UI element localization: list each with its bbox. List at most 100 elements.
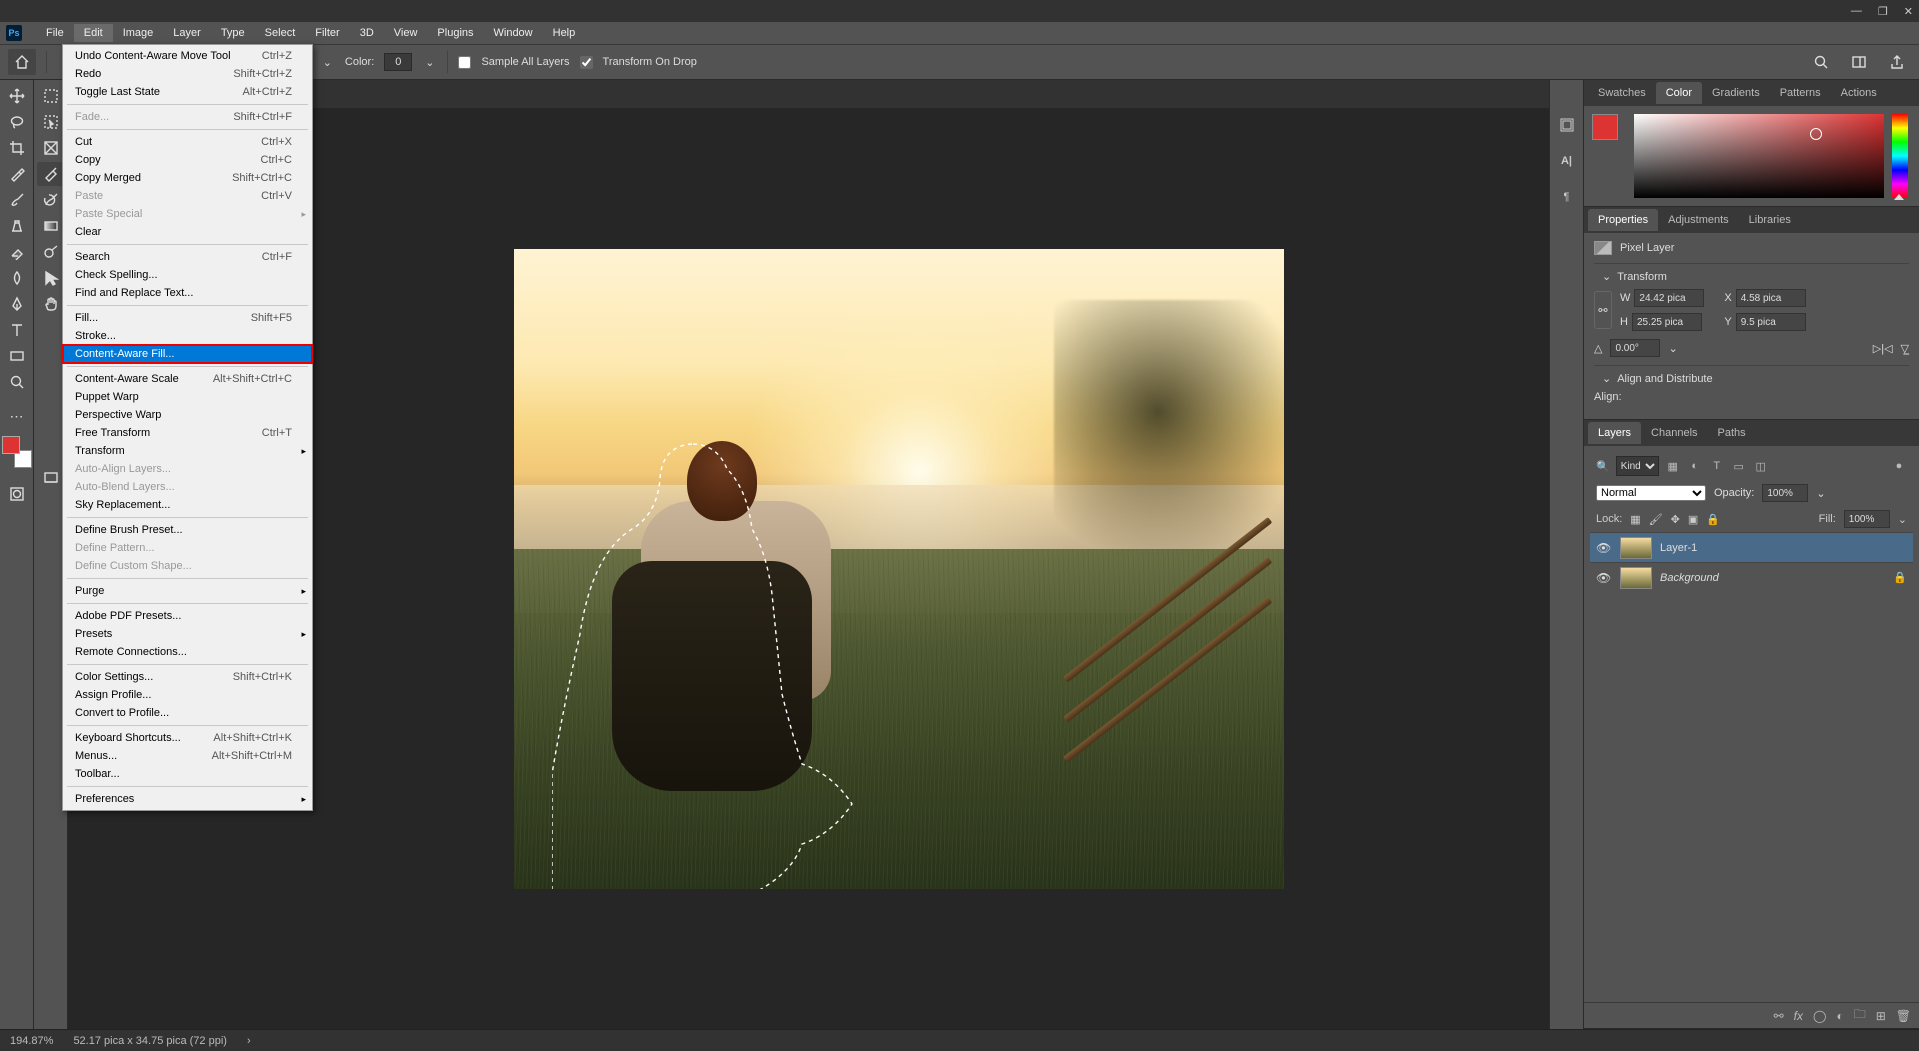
fill-input[interactable]: [1844, 510, 1890, 528]
edit-menu-item[interactable]: Color Settings...Shift+Ctrl+K: [63, 668, 312, 686]
panel-tab-layers[interactable]: Layers: [1588, 422, 1641, 444]
edit-menu-item[interactable]: Presets▸: [63, 625, 312, 643]
edit-menu-item[interactable]: Preferences▸: [63, 790, 312, 808]
transform-on-drop-checkbox[interactable]: [580, 56, 593, 69]
edit-menu-item[interactable]: Purge▸: [63, 582, 312, 600]
edit-menu-item[interactable]: Check Spelling...: [63, 266, 312, 284]
filter-smart-icon[interactable]: ◫: [1753, 458, 1769, 474]
panel-tab-color[interactable]: Color: [1656, 82, 1702, 104]
layer-thumbnail[interactable]: [1620, 567, 1652, 589]
content-aware-move-tool[interactable]: [37, 162, 65, 186]
history-panel-icon[interactable]: [1555, 114, 1579, 136]
hand-tool[interactable]: [37, 292, 65, 316]
menu-filter[interactable]: Filter: [305, 24, 349, 42]
screen-mode-button[interactable]: [37, 466, 65, 490]
clone-stamp-tool[interactable]: [3, 214, 31, 238]
panel-tab-channels[interactable]: Channels: [1641, 422, 1707, 444]
menu-window[interactable]: Window: [484, 24, 543, 42]
edit-menu-item[interactable]: Menus...Alt+Shift+Ctrl+M: [63, 747, 312, 765]
opacity-input[interactable]: [1762, 484, 1808, 502]
link-dimensions-button[interactable]: ⚯: [1594, 291, 1612, 329]
workspace-button[interactable]: [1845, 50, 1873, 74]
edit-menu-item[interactable]: Copy MergedShift+Ctrl+C: [63, 169, 312, 187]
panel-tab-patterns[interactable]: Patterns: [1770, 82, 1831, 104]
edit-menu-item[interactable]: Perspective Warp: [63, 406, 312, 424]
panel-tab-actions[interactable]: Actions: [1831, 82, 1887, 104]
edit-menu-item[interactable]: Adobe PDF Presets...: [63, 607, 312, 625]
panel-tab-libraries[interactable]: Libraries: [1739, 209, 1801, 231]
edit-menu-item[interactable]: Free TransformCtrl+T: [63, 424, 312, 442]
menu-layer[interactable]: Layer: [163, 24, 211, 42]
edit-menu-item[interactable]: Keyboard Shortcuts...Alt+Shift+Ctrl+K: [63, 729, 312, 747]
blend-mode-select[interactable]: Normal: [1596, 485, 1706, 501]
foreground-color-swatch[interactable]: [2, 436, 20, 454]
panel-tab-adjustments[interactable]: Adjustments: [1658, 209, 1739, 231]
layer-name-label[interactable]: Background: [1660, 572, 1719, 584]
menu-plugins[interactable]: Plugins: [427, 24, 483, 42]
filter-toggle[interactable]: ●: [1891, 458, 1907, 474]
move-tool[interactable]: [3, 84, 31, 108]
menu-select[interactable]: Select: [255, 24, 306, 42]
link-layers-button[interactable]: ⚯: [1774, 1009, 1784, 1023]
crop-tool[interactable]: [3, 136, 31, 160]
blur-tool[interactable]: [3, 266, 31, 290]
type-tool[interactable]: [3, 318, 31, 342]
angle-input[interactable]: [1610, 339, 1660, 357]
flip-horizontal-button[interactable]: ▷|◁: [1873, 342, 1893, 355]
sample-all-checkbox[interactable]: [458, 56, 471, 69]
search-icon[interactable]: 🔍: [1596, 460, 1610, 473]
angle-stepper[interactable]: ⌄: [1668, 342, 1677, 355]
filter-type-icon[interactable]: T: [1709, 458, 1725, 474]
edit-menu-item[interactable]: Content-Aware Fill...: [63, 345, 312, 363]
edit-menu-item[interactable]: Fill...Shift+F5: [63, 309, 312, 327]
edit-menu-item[interactable]: RedoShift+Ctrl+Z: [63, 65, 312, 83]
lasso-tool[interactable]: [3, 110, 31, 134]
status-arrow-icon[interactable]: ›: [247, 1035, 251, 1047]
opacity-stepper[interactable]: ⌄: [1816, 487, 1825, 500]
edit-menu-item[interactable]: Stroke...: [63, 327, 312, 345]
panel-tab-gradients[interactable]: Gradients: [1702, 82, 1770, 104]
lock-transparency-icon[interactable]: ▦: [1630, 513, 1640, 526]
menu-help[interactable]: Help: [543, 24, 586, 42]
color-fg-swatch[interactable]: [1592, 114, 1618, 140]
path-selection-tool[interactable]: [37, 266, 65, 290]
menu-view[interactable]: View: [384, 24, 428, 42]
edit-menu-item[interactable]: Toolbar...: [63, 765, 312, 783]
layer-name-label[interactable]: Layer-1: [1660, 542, 1697, 554]
rectangle-tool[interactable]: [3, 344, 31, 368]
layer-fx-button[interactable]: fx: [1794, 1009, 1803, 1023]
eyedropper-tool[interactable]: [3, 162, 31, 186]
layer-thumbnail[interactable]: [1620, 537, 1652, 559]
edit-menu-item[interactable]: Clear: [63, 223, 312, 241]
search-button[interactable]: [1807, 50, 1835, 74]
share-button[interactable]: [1883, 50, 1911, 74]
color-input[interactable]: [384, 53, 412, 71]
width-input[interactable]: [1634, 289, 1704, 307]
eraser-tool[interactable]: [3, 240, 31, 264]
fill-stepper[interactable]: ⌄: [1898, 513, 1907, 526]
foreground-background-colors[interactable]: [2, 436, 32, 468]
edit-menu-item[interactable]: Find and Replace Text...: [63, 284, 312, 302]
zoom-label[interactable]: 194.87%: [10, 1035, 53, 1047]
edit-menu-item[interactable]: Assign Profile...: [63, 686, 312, 704]
edit-menu-item[interactable]: CopyCtrl+C: [63, 151, 312, 169]
dodge-tool[interactable]: [37, 240, 65, 264]
frame-tool[interactable]: [37, 136, 65, 160]
menu-type[interactable]: Type: [211, 24, 255, 42]
delete-layer-button[interactable]: 🗑: [1896, 1009, 1911, 1023]
zoom-tool[interactable]: [3, 370, 31, 394]
layer-mask-button[interactable]: ◯: [1813, 1009, 1826, 1023]
new-layer-button[interactable]: ⊞: [1876, 1009, 1886, 1023]
flip-vertical-button[interactable]: ▽̲: [1901, 342, 1909, 355]
menu-3d[interactable]: 3D: [350, 24, 384, 42]
edit-menu-item[interactable]: Undo Content-Aware Move ToolCtrl+Z: [63, 47, 312, 65]
height-input[interactable]: [1632, 313, 1702, 331]
edit-menu-item[interactable]: Puppet Warp: [63, 388, 312, 406]
edit-menu-item[interactable]: Toggle Last StateAlt+Ctrl+Z: [63, 83, 312, 101]
y-input[interactable]: [1736, 313, 1806, 331]
filter-shape-icon[interactable]: ▭: [1731, 458, 1747, 474]
brush-tool[interactable]: [3, 188, 31, 212]
marquee-tool[interactable]: [37, 84, 65, 108]
edit-menu-item[interactable]: Content-Aware ScaleAlt+Shift+Ctrl+C: [63, 370, 312, 388]
paragraph-panel-icon[interactable]: ¶: [1555, 186, 1579, 208]
